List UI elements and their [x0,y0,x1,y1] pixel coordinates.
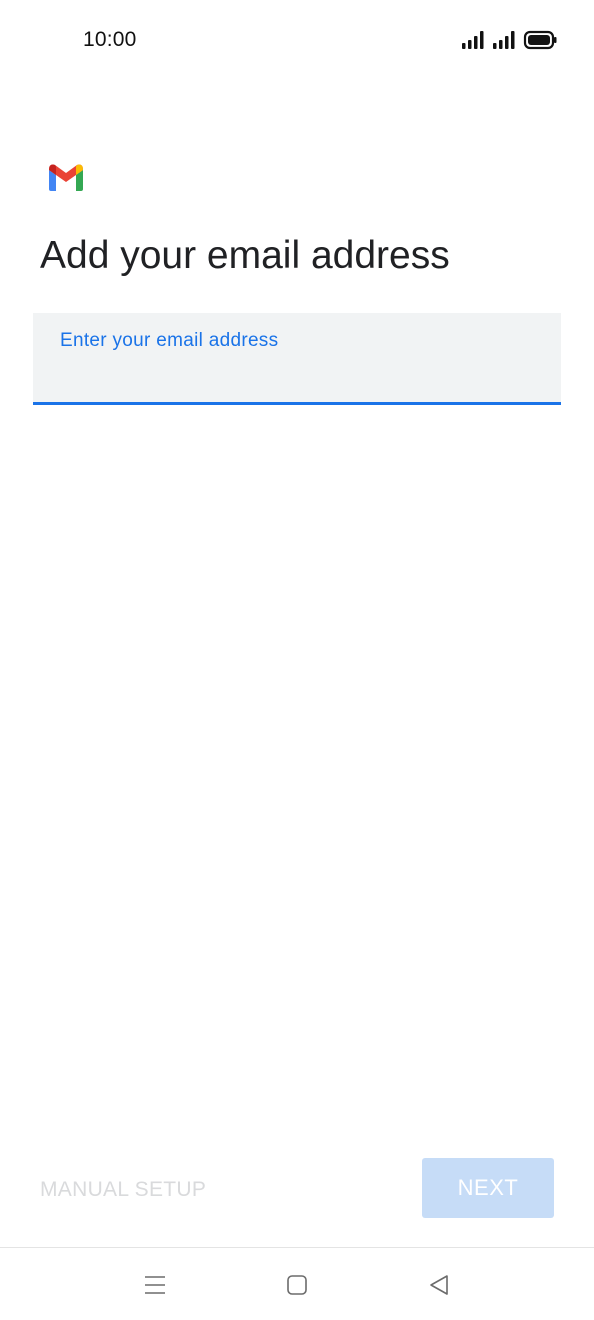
screen: 10:00 Add your email address Enter your … [0,0,594,1320]
next-button[interactable]: NEXT [422,1158,554,1218]
gmail-logo-icon [47,162,85,192]
signal-icon [462,31,484,49]
email-field-label: Enter your email address [60,330,279,351]
manual-setup-button[interactable]: MANUAL SETUP [40,1172,206,1208]
status-icons [462,29,558,51]
navigation-bar [0,1248,594,1320]
signal-icon [493,31,515,49]
status-time: 10:00 [83,28,137,51]
page-title: Add your email address [40,234,450,277]
back-icon[interactable] [424,1270,454,1300]
menu-icon[interactable] [140,1270,170,1300]
battery-icon [523,30,557,50]
email-input[interactable] [60,359,530,389]
email-field[interactable]: Enter your email address [33,313,561,405]
status-bar: 10:00 [0,0,594,80]
home-icon[interactable] [282,1270,312,1300]
